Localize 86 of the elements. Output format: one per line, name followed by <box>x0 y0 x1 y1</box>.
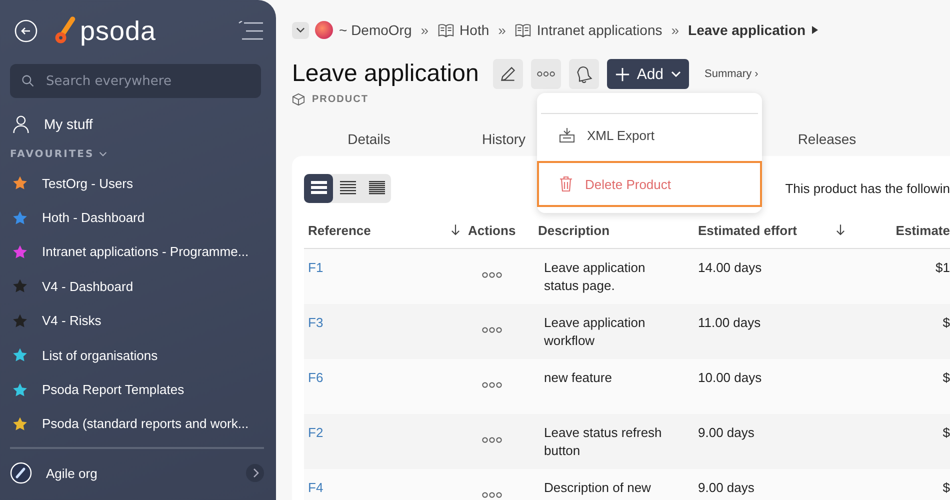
table-cell: $ <box>942 480 950 495</box>
table-cell: new feature <box>544 370 612 385</box>
favourite-link[interactable]: Hoth - Dashboard <box>10 200 264 235</box>
my-stuff-link[interactable]: My stuff <box>10 106 264 142</box>
more-icon[interactable] <box>482 326 502 334</box>
chevron-down-icon[interactable] <box>99 151 108 157</box>
tab[interactable]: Details <box>292 122 446 156</box>
table-cell: Description of new <box>544 480 651 495</box>
book-icon <box>438 22 454 38</box>
table-cell: 9.00 days <box>698 425 754 440</box>
breadcrumb-separator: » <box>420 22 429 38</box>
breadcrumb-link[interactable]: Intranet applications <box>536 22 662 38</box>
reference-link[interactable]: F6 <box>308 370 324 385</box>
edit-button[interactable] <box>492 59 523 89</box>
book-icon <box>514 22 531 38</box>
list-lines-icon <box>310 181 326 195</box>
pencil-icon <box>498 65 517 83</box>
add-button[interactable]: Add <box>606 59 689 89</box>
reference-link[interactable]: F2 <box>308 425 324 440</box>
reference-link[interactable]: F1 <box>308 260 324 275</box>
more-icon[interactable] <box>482 271 502 279</box>
list-lines-icon <box>340 181 356 195</box>
column-header[interactable]: Estimate <box>849 222 950 238</box>
breadcrumb-link[interactable]: Hoth <box>460 22 490 38</box>
favourite-link[interactable]: Psoda (standard reports and work... <box>10 406 264 442</box>
box-icon <box>292 92 305 106</box>
menu-item[interactable]: XML Export <box>537 114 762 156</box>
view-mode-button[interactable] <box>304 174 333 202</box>
favourite-link[interactable]: Intranet applications - Programme... <box>10 234 264 270</box>
column-header[interactable]: Estimated effort <box>694 222 849 238</box>
more-icon[interactable] <box>482 491 502 499</box>
logo-icon <box>54 16 76 46</box>
info-text: This product has the followin <box>785 180 950 196</box>
bell-button[interactable] <box>568 59 599 89</box>
reference-link[interactable]: F4 <box>308 480 324 495</box>
chevron-down-icon <box>670 71 681 77</box>
plus-icon <box>614 66 630 82</box>
more-button[interactable] <box>530 59 561 89</box>
favourite-link[interactable]: List of organisations <box>10 338 264 372</box>
table-cell: $1 <box>936 260 950 275</box>
table-cell: Leave application workflow <box>544 315 646 348</box>
favourite-link[interactable]: Psoda Report Templates <box>10 372 264 407</box>
search-icon <box>21 74 35 88</box>
breadcrumb-separator: » <box>498 22 506 38</box>
organisation-link[interactable]: Agile org <box>10 453 264 494</box>
caret-right-icon[interactable] <box>812 26 818 34</box>
bell-icon <box>574 65 593 83</box>
sort-arrow-icon <box>451 224 460 236</box>
page-type-label: PRODUCT <box>312 94 368 104</box>
table-cell: $ <box>942 315 950 330</box>
table-cell: 14.00 days <box>698 260 762 275</box>
collapse-menu-icon[interactable] <box>238 21 264 41</box>
table-cell: $ <box>942 425 950 440</box>
chevron-right-icon[interactable] <box>246 464 264 482</box>
breadcrumb-separator: » <box>671 22 680 38</box>
table-cell: 11.00 days <box>698 315 761 330</box>
download-icon <box>559 127 575 143</box>
logo-text: psoda <box>80 16 156 46</box>
column-header[interactable]: Actions <box>464 222 534 238</box>
favourite-link[interactable]: V4 - Risks <box>10 304 264 338</box>
page-title: Leave application <box>292 60 479 88</box>
trash-icon <box>559 176 573 192</box>
back-icon[interactable] <box>14 19 38 43</box>
list-lines-icon <box>368 181 384 195</box>
table-cell: 10.00 days <box>698 370 762 385</box>
breadcrumb-toggle[interactable] <box>292 22 309 38</box>
person-icon <box>12 114 30 134</box>
table-cell: 9.00 days <box>698 480 754 495</box>
reference-link[interactable]: F3 <box>308 315 324 330</box>
more-icon[interactable] <box>482 381 502 389</box>
breadcrumb-link[interactable]: ~ DemoOrg <box>339 22 412 38</box>
summary-link[interactable]: Summary › <box>704 68 758 80</box>
more-icon <box>536 70 555 78</box>
organisation-avatar <box>315 21 333 39</box>
chevron-down-icon <box>296 27 305 33</box>
table-cell: $ <box>942 370 950 385</box>
column-header[interactable]: Reference <box>304 222 464 238</box>
table-cell: Leave application status page. <box>544 260 646 293</box>
column-header[interactable]: Description <box>534 222 694 238</box>
table-cell: Leave status refresh button <box>544 425 662 458</box>
sort-arrow-icon <box>836 224 845 236</box>
favourite-link[interactable]: TestOrg - Users <box>10 166 264 200</box>
more-icon[interactable] <box>482 436 502 444</box>
favourite-link[interactable]: V4 - Dashboard <box>10 269 264 304</box>
search-field[interactable]: Search everywhere <box>10 64 261 98</box>
favourites-heading: FAVOURITES <box>10 148 94 160</box>
